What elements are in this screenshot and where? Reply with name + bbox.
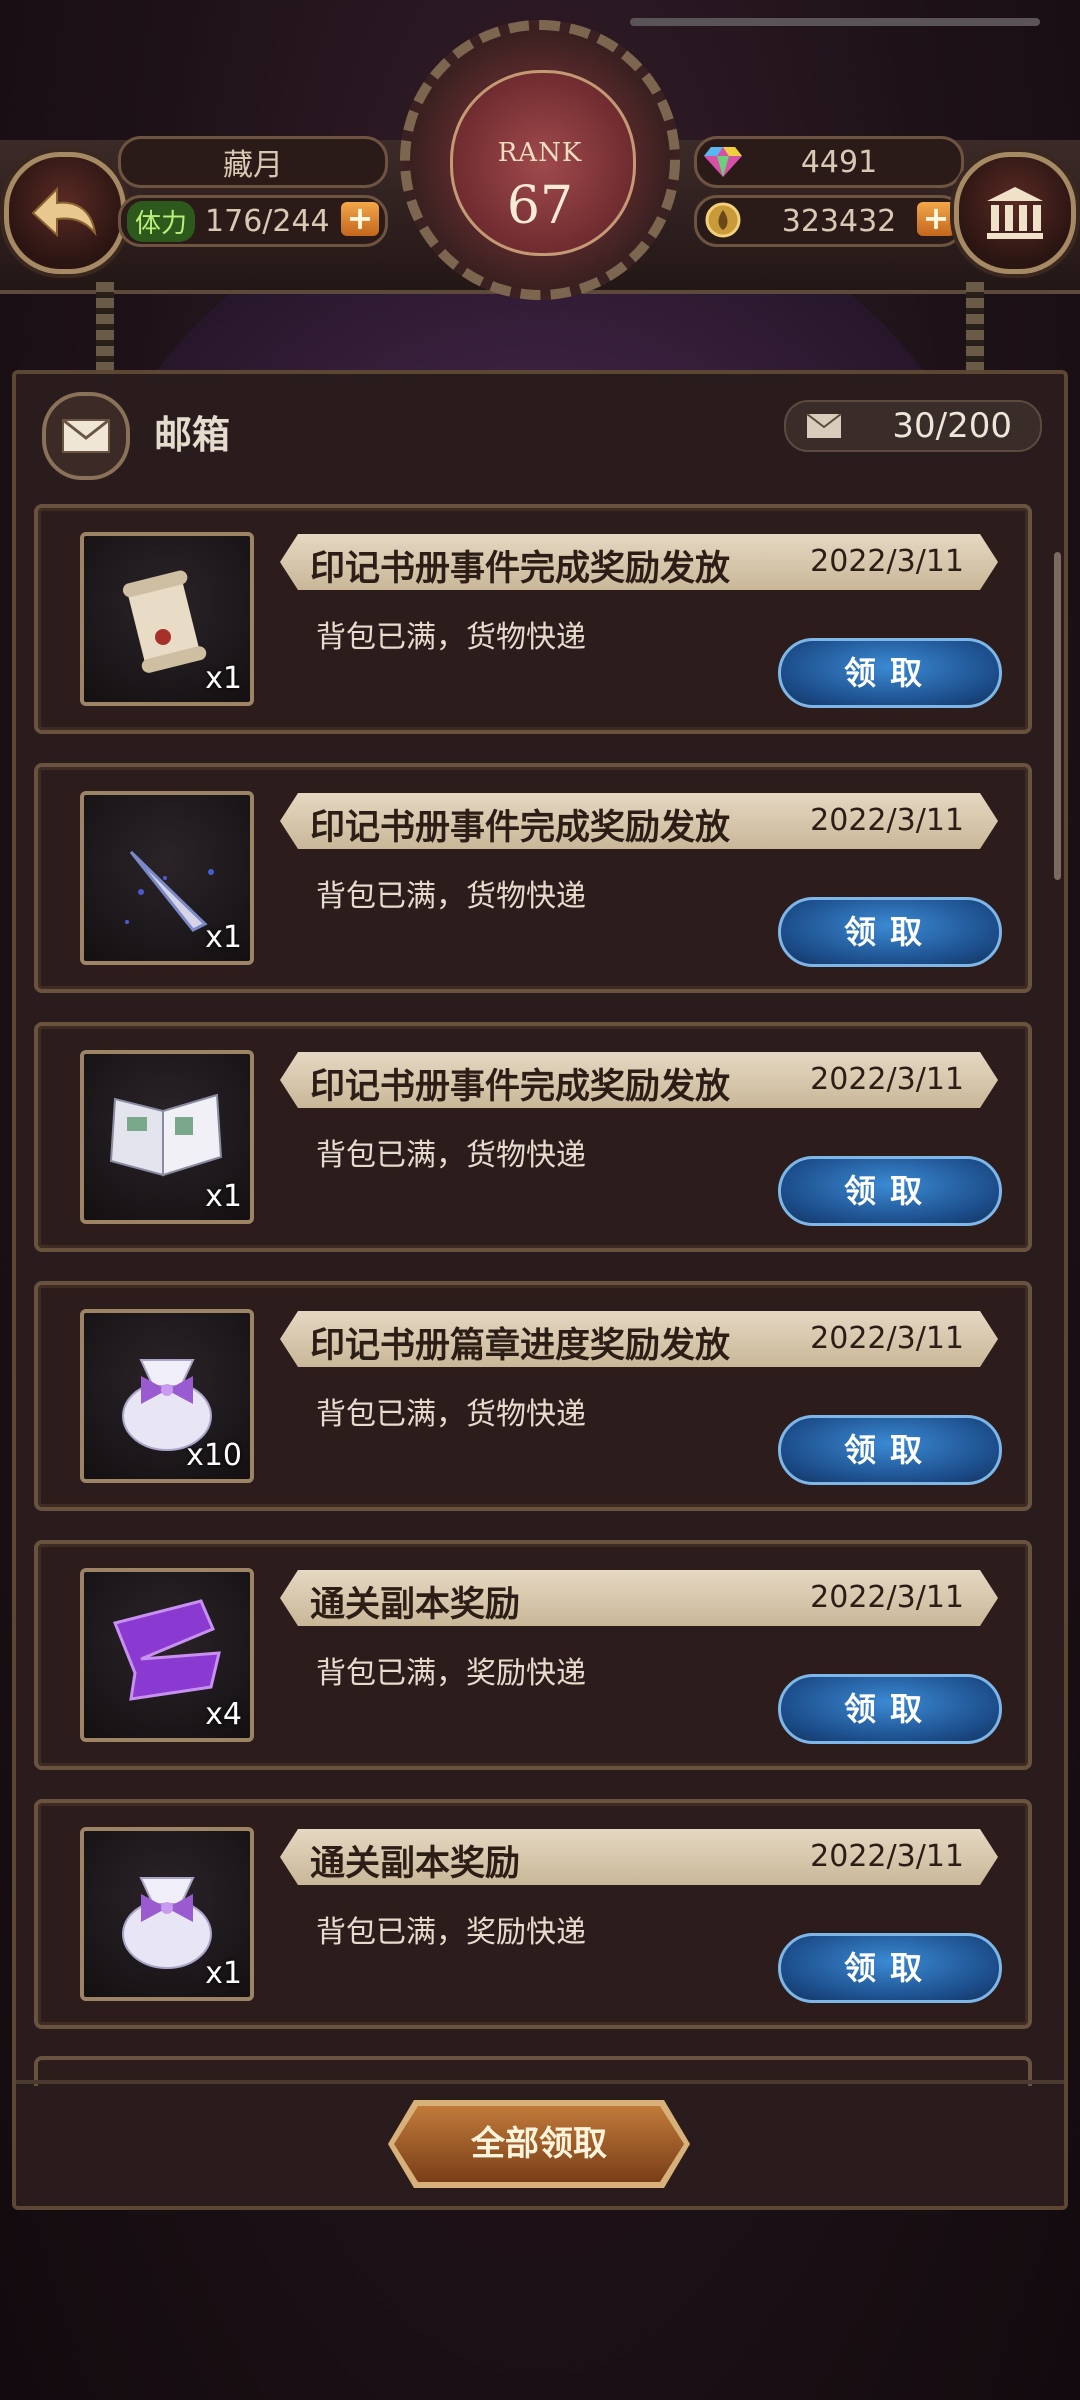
mailbox-title: 邮箱 <box>154 413 231 457</box>
coin-icon <box>705 202 741 238</box>
museum-button[interactable] <box>954 152 1076 274</box>
mail-header-banner: 印记书册篇章进度奖励发放 2022/3/11 <box>280 1311 998 1367</box>
mail-count-envelope-icon <box>806 413 842 438</box>
mail-subject: 通关副本奖励 <box>310 1585 521 1625</box>
gem-icon <box>704 147 742 177</box>
mail-date: 2022/3/11 <box>810 1321 964 1356</box>
mail-date: 2022/3/11 <box>810 803 964 838</box>
envelope-icon <box>62 418 110 453</box>
mail-date: 2022/3/11 <box>810 1580 964 1615</box>
mail-item[interactable]: x10 印记书册篇章进度奖励发放 2022/3/11 背包已满，货物快递 领取 <box>34 1281 1032 1511</box>
claim-button[interactable]: 领取 <box>778 1674 1002 1744</box>
add-coins-button[interactable]: + <box>917 202 955 236</box>
stamina-pill: 体力 176/244 + <box>118 195 388 247</box>
reward-item-frame: x4 <box>80 1568 254 1742</box>
mail-subject: 印记书册篇章进度奖励发放 <box>310 1326 731 1366</box>
stamina-value: 176/244 <box>205 203 330 239</box>
add-stamina-button[interactable]: + <box>341 202 379 236</box>
mail-subject: 印记书册事件完成奖励发放 <box>310 549 731 589</box>
stamina-label: 体力 <box>127 200 196 242</box>
gem-pill: 4491 <box>694 136 964 188</box>
reward-quantity: x4 <box>205 1697 242 1732</box>
mail-list: x1 印记书册事件完成奖励发放 2022/3/11 背包已满，货物快递 领取 x… <box>34 504 1034 2058</box>
mailbox-title-icon-frame <box>42 392 130 480</box>
rank-badge: RANK 67 <box>390 20 690 300</box>
footer-divider <box>16 2080 1064 2084</box>
mail-item[interactable]: x1 通关副本奖励 2022/3/11 背包已满，奖励快递 领取 <box>34 1799 1032 2029</box>
mail-count-pill: 30/200 <box>784 400 1042 452</box>
mail-item[interactable]: x1 印记书册事件完成奖励发放 2022/3/11 背包已满，货物快递 领取 <box>34 1022 1032 1252</box>
mail-date: 2022/3/11 <box>810 1839 964 1874</box>
reward-item-frame: x1 <box>80 532 254 706</box>
reward-item-frame: x1 <box>80 1050 254 1224</box>
claim-all-button[interactable]: 全部领取 <box>394 2106 684 2182</box>
mail-header-banner: 印记书册事件完成奖励发放 2022/3/11 <box>280 1052 998 1108</box>
mail-body: 背包已满，货物快递 <box>316 1138 586 1173</box>
coin-pill: 323432 + <box>694 195 964 247</box>
gem-count: 4491 <box>800 144 878 180</box>
reward-quantity: x1 <box>205 661 242 696</box>
mail-date: 2022/3/11 <box>810 1062 964 1097</box>
claim-button[interactable]: 领取 <box>778 897 1002 967</box>
claim-button[interactable]: 领取 <box>778 1933 1002 2003</box>
mail-body: 背包已满，奖励快递 <box>316 1915 586 1950</box>
back-arrow-icon <box>31 186 97 238</box>
chain-left <box>96 282 114 372</box>
mail-item[interactable]: x4 通关副本奖励 2022/3/11 背包已满，奖励快递 领取 <box>34 1540 1032 1770</box>
mail-subject: 通关副本奖励 <box>310 1844 521 1884</box>
mail-body: 背包已满，奖励快递 <box>316 1656 586 1691</box>
mail-subject: 印记书册事件完成奖励发放 <box>310 1067 731 1107</box>
reward-item-frame: x1 <box>80 791 254 965</box>
mail-body: 背包已满，货物快递 <box>316 620 586 655</box>
mail-item[interactable]: x1 印记书册事件完成奖励发放 2022/3/11 背包已满，货物快递 领取 <box>34 504 1032 734</box>
reward-quantity: x10 <box>186 1438 242 1473</box>
mail-list-scrollbar[interactable] <box>1054 552 1061 880</box>
claim-button[interactable]: 领取 <box>778 1156 1002 1226</box>
back-button[interactable] <box>4 152 126 274</box>
reward-quantity: x1 <box>205 1179 242 1214</box>
mail-header-banner: 印记书册事件完成奖励发放 2022/3/11 <box>280 534 998 590</box>
rank-value: 67 <box>506 176 574 236</box>
reward-quantity: x1 <box>205 920 242 955</box>
mail-header-banner: 通关副本奖励 2022/3/11 <box>280 1829 998 1885</box>
chain-right <box>966 282 984 372</box>
reward-quantity: x1 <box>205 1956 242 1991</box>
player-name: 藏月 <box>223 148 283 183</box>
mail-body: 背包已满，货物快递 <box>316 1397 586 1432</box>
claim-button[interactable]: 领取 <box>778 638 1002 708</box>
mail-body: 背包已满，货物快递 <box>316 879 586 914</box>
mail-subject: 印记书册事件完成奖励发放 <box>310 808 731 848</box>
mail-header-banner: 印记书册事件完成奖励发放 2022/3/11 <box>280 793 998 849</box>
mail-count: 30/200 <box>892 406 1012 446</box>
rank-label: RANK <box>497 138 583 168</box>
mail-date: 2022/3/11 <box>810 544 964 579</box>
player-name-pill: 藏月 <box>118 136 388 188</box>
reward-item-frame: x10 <box>80 1309 254 1483</box>
mail-header-banner: 通关副本奖励 2022/3/11 <box>280 1570 998 1626</box>
museum-icon <box>987 187 1043 239</box>
coin-count: 323432 <box>781 203 897 239</box>
reward-item-frame: x1 <box>80 1827 254 2001</box>
claim-button[interactable]: 领取 <box>778 1415 1002 1485</box>
top-header: 藏月 体力 176/244 + RANK 67 4491 323432 + <box>0 0 1080 372</box>
mail-item[interactable]: x1 印记书册事件完成奖励发放 2022/3/11 背包已满，货物快递 领取 <box>34 763 1032 993</box>
